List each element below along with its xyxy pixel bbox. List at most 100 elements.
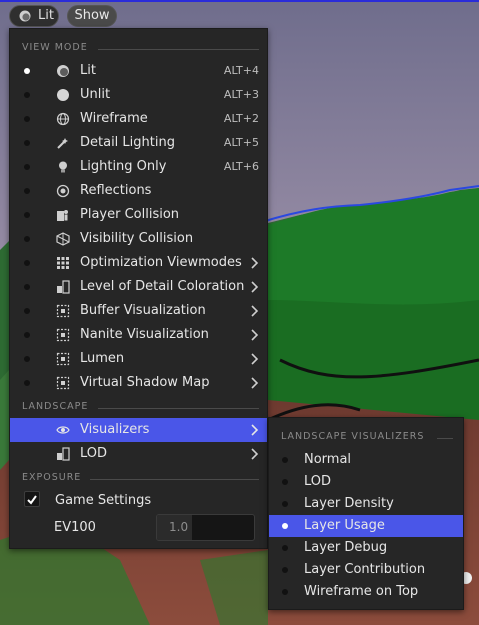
radio-dot [282,457,288,463]
submenu-item-normal[interactable]: Normal [269,449,463,471]
shadow-map-icon [56,376,70,390]
menu-item-label: Lighting Only [80,159,167,174]
menu-item-virtual-shadow-map[interactable]: Virtual Shadow Map [10,371,267,395]
submenu-item-layer-contribution[interactable]: Layer Contribution [269,559,463,581]
menu-item-label: Lit [80,63,96,78]
radio-dot [24,236,30,242]
menu-item-label: Optimization Viewmodes [80,255,242,270]
radio-dot [24,380,30,386]
radio-dot [24,68,30,74]
lumen-icon [56,352,70,366]
menu-item-nanite-visualization[interactable]: Nanite Visualization [10,323,267,347]
submenu-item-label: LOD [304,474,332,489]
section-view-mode: VIEW MODE [10,40,269,56]
menu-item-lumen[interactable]: Lumen [10,347,267,371]
submenu-item-label: Layer Contribution [304,562,426,577]
ev100-input[interactable]: 1.0 [156,514,255,541]
view-mode-menu: VIEW MODE Lit ALT+4 Unlit ALT+3 Wirefram… [9,28,268,549]
unlit-sphere-icon [57,89,69,101]
ev100-label: EV100 [54,520,96,535]
menu-item-label: Visualizers [80,422,150,437]
section-landscape: LANDSCAPE [10,399,269,415]
buffer-icon [56,304,70,318]
radio-dot [24,260,30,266]
submenu-item-lod[interactable]: LOD [269,471,463,493]
chevron-right-icon [251,257,259,269]
lit-sphere-icon [19,10,31,22]
radio-dot [24,92,30,98]
detail-lighting-icon [57,138,68,149]
grid-icon [57,257,69,269]
submenu-item-label: Layer Usage [304,518,385,533]
radio-dot [24,308,30,314]
menu-item-unlit[interactable]: Unlit ALT+3 [10,83,267,107]
menu-item-label: Lumen [80,351,125,366]
chevron-right-icon [251,424,259,436]
submenu-item-layer-density[interactable]: Layer Density [269,493,463,515]
menu-item-label: Detail Lighting [80,135,175,150]
radio-dot [282,567,288,573]
lod-coloration-icon [57,280,70,294]
show-button[interactable]: Show [67,5,117,27]
section-heading: VIEW MODE [22,42,88,53]
viewport-toolbar: Lit Show [0,0,479,30]
menu-item-optimization-viewmodes[interactable]: Optimization Viewmodes [10,251,267,275]
chevron-right-icon [251,353,259,365]
wireframe-globe-icon [56,112,70,126]
lit-sphere-icon [57,65,69,77]
section-heading: EXPOSURE [22,472,82,483]
menu-item-label: Buffer Visualization [80,303,206,318]
menu-item-wireframe[interactable]: Wireframe ALT+2 [10,107,267,131]
menu-item-player-collision[interactable]: Player Collision [10,203,267,227]
chevron-right-icon [251,377,259,389]
visibility-collision-icon [56,232,70,246]
menu-item-landscape-lod[interactable]: LOD [10,442,267,466]
menu-item-label: Visibility Collision [80,231,194,246]
submenu-item-label: Layer Debug [304,540,388,555]
radio-dot [282,589,288,595]
section-divider [98,49,259,50]
chevron-right-icon [251,281,259,293]
radio-dot [24,140,30,146]
chevron-right-icon [251,305,259,317]
section-divider [437,438,453,439]
section-heading: LANDSCAPE VISUALIZERS [281,431,425,442]
game-settings-checkbox[interactable] [24,491,40,507]
menu-item-label: Reflections [80,183,152,198]
lod-icon [57,447,70,461]
submenu-item-wireframe-on-top[interactable]: Wireframe on Top [269,581,463,603]
section-exposure: EXPOSURE [10,470,269,486]
section-heading: LANDSCAPE [22,401,89,412]
chevron-right-icon [251,329,259,341]
radio-dot [24,212,30,218]
shortcut-label: ALT+6 [223,160,259,173]
menu-item-label: Virtual Shadow Map [80,375,210,390]
menu-item-detail-lighting[interactable]: Detail Lighting ALT+5 [10,131,267,155]
submenu-item-layer-usage[interactable]: Layer Usage [269,515,463,537]
menu-item-lod-coloration[interactable]: Level of Detail Coloration [10,275,267,299]
menu-item-lighting-only[interactable]: Lighting Only ALT+6 [10,155,267,179]
radio-dot [24,116,30,122]
menu-item-visualizers[interactable]: Visualizers [10,418,267,442]
radio-dot [24,164,30,170]
radio-dot [282,501,288,507]
visualizers-icon [56,426,70,434]
menu-item-label: Nanite Visualization [80,327,209,342]
section-landscape-visualizers: LANDSCAPE VISUALIZERS [269,429,465,445]
menu-item-lit[interactable]: Lit ALT+4 [10,59,267,83]
radio-dot [282,545,288,551]
ev100-value: 1.0 [169,520,189,534]
menu-item-reflections[interactable]: Reflections [10,179,267,203]
shortcut-label: ALT+3 [223,88,259,101]
submenu-item-layer-debug[interactable]: Layer Debug [269,537,463,559]
radio-dot [282,479,288,485]
menu-item-label: LOD [80,446,108,461]
chevron-right-icon [251,448,259,460]
menu-item-buffer-visualization[interactable]: Buffer Visualization [10,299,267,323]
menu-item-visibility-collision[interactable]: Visibility Collision [10,227,267,251]
view-mode-button[interactable]: Lit [9,5,59,27]
shortcut-label: ALT+2 [223,112,259,125]
reflections-icon [56,184,70,198]
player-collision-icon [57,210,68,221]
radio-dot [24,332,30,338]
